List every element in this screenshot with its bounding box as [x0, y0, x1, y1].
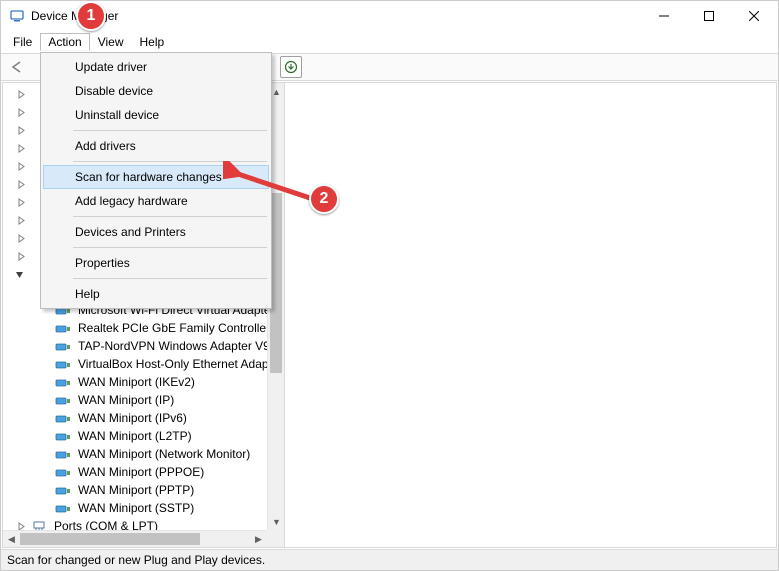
chevron-right-icon[interactable]: [15, 124, 27, 136]
menu-action[interactable]: Action: [40, 33, 89, 51]
detail-pane: [284, 82, 777, 548]
chevron-down-icon[interactable]: [15, 268, 24, 280]
network-adapter-icon: [55, 339, 71, 353]
tree-row-device[interactable]: WAN Miniport (Network Monitor): [3, 445, 284, 463]
menu-item-add-drivers[interactable]: Add drivers: [43, 134, 269, 158]
menu-separator: [73, 278, 267, 279]
tree-row-device[interactable]: WAN Miniport (PPTP): [3, 481, 284, 499]
status-text: Scan for changed or new Plug and Play de…: [7, 553, 265, 567]
menu-item-properties[interactable]: Properties: [43, 251, 269, 275]
tree-row-device[interactable]: WAN Miniport (SSTP): [3, 499, 284, 517]
tree-label: VirtualBox Host-Only Ethernet Adapter: [76, 355, 284, 373]
network-adapter-icon: [55, 429, 71, 443]
tree-row-device[interactable]: WAN Miniport (IP): [3, 391, 284, 409]
tree-label: WAN Miniport (SSTP): [76, 499, 196, 517]
tree-row-device[interactable]: WAN Miniport (PPPOE): [3, 463, 284, 481]
callout-1: 1: [76, 1, 106, 31]
chevron-right-icon[interactable]: [15, 106, 27, 118]
scroll-left-icon[interactable]: ◀: [3, 531, 20, 548]
statusbar: Scan for changed or new Plug and Play de…: [1, 549, 778, 570]
network-adapter-icon: [55, 375, 71, 389]
tree-row-device[interactable]: VirtualBox Host-Only Ethernet Adapter: [3, 355, 284, 373]
menu-item-update-driver[interactable]: Update driver: [43, 55, 269, 79]
tree-label: WAN Miniport (IKEv2): [76, 373, 197, 391]
scroll-right-icon[interactable]: ▶: [250, 531, 267, 548]
titlebar: Device Manager: [1, 1, 778, 31]
action-dropdown: Update driverDisable deviceUninstall dev…: [40, 52, 272, 309]
chevron-right-icon[interactable]: [15, 88, 27, 100]
network-adapter-icon: [55, 483, 71, 497]
horizontal-scrollbar[interactable]: ◀ ▶: [3, 530, 267, 547]
callout-2: 2: [309, 184, 339, 214]
menu-item-disable-device[interactable]: Disable device: [43, 79, 269, 103]
chevron-right-icon[interactable]: [15, 232, 27, 244]
scroll-thumb[interactable]: [20, 533, 200, 545]
tree-row-device[interactable]: WAN Miniport (IKEv2): [3, 373, 284, 391]
menu-view[interactable]: View: [90, 33, 132, 51]
tree-label: WAN Miniport (IP): [76, 391, 176, 409]
network-adapter-icon: [55, 321, 71, 335]
tree-row-device[interactable]: WAN Miniport (L2TP): [3, 427, 284, 445]
close-button[interactable]: [731, 1, 776, 31]
minimize-button[interactable]: [641, 1, 686, 31]
tree-row-device[interactable]: WAN Miniport (IPv6): [3, 409, 284, 427]
network-adapter-icon: [55, 501, 71, 515]
menu-item-devices-and-printers[interactable]: Devices and Printers: [43, 220, 269, 244]
chevron-right-icon[interactable]: [15, 196, 27, 208]
menu-item-uninstall-device[interactable]: Uninstall device: [43, 103, 269, 127]
tree-label: WAN Miniport (IPv6): [76, 409, 189, 427]
network-adapter-icon: [55, 411, 71, 425]
chevron-right-icon[interactable]: [15, 250, 27, 262]
menu-separator: [73, 216, 267, 217]
update-driver-tool-button[interactable]: [280, 56, 302, 78]
tree-row-device[interactable]: Realtek PCIe GbE Family Controller #2: [3, 319, 284, 337]
tree-label: Realtek PCIe GbE Family Controller #2: [76, 319, 284, 337]
back-button[interactable]: [7, 56, 29, 78]
chevron-right-icon[interactable]: [15, 160, 27, 172]
app-icon: [9, 8, 25, 24]
tree-label: WAN Miniport (PPPOE): [76, 463, 206, 481]
tree-label: WAN Miniport (PPTP): [76, 481, 196, 499]
menubar: File Action View Help: [1, 31, 778, 53]
menu-file[interactable]: File: [5, 33, 40, 51]
network-adapter-icon: [55, 465, 71, 479]
menu-separator: [73, 161, 267, 162]
menu-help[interactable]: Help: [132, 33, 173, 51]
chevron-right-icon[interactable]: [15, 178, 27, 190]
tree-label: WAN Miniport (Network Monitor): [76, 445, 252, 463]
scroll-corner: [267, 530, 284, 547]
scroll-down-icon[interactable]: ▼: [268, 513, 284, 530]
network-adapter-icon: [55, 357, 71, 371]
tree-label: TAP-NordVPN Windows Adapter V9: [76, 337, 272, 355]
tree-label: WAN Miniport (L2TP): [76, 427, 194, 445]
menu-item-scan-for-hardware-changes[interactable]: Scan for hardware changes: [43, 165, 269, 189]
maximize-button[interactable]: [686, 1, 731, 31]
menu-separator: [73, 130, 267, 131]
chevron-right-icon[interactable]: [15, 142, 27, 154]
chevron-right-icon[interactable]: [15, 214, 27, 226]
menu-item-help[interactable]: Help: [43, 282, 269, 306]
menu-separator: [73, 247, 267, 248]
network-adapter-icon: [55, 447, 71, 461]
network-adapter-icon: [55, 393, 71, 407]
tree-row-device[interactable]: TAP-NordVPN Windows Adapter V9: [3, 337, 284, 355]
menu-item-add-legacy-hardware[interactable]: Add legacy hardware: [43, 189, 269, 213]
